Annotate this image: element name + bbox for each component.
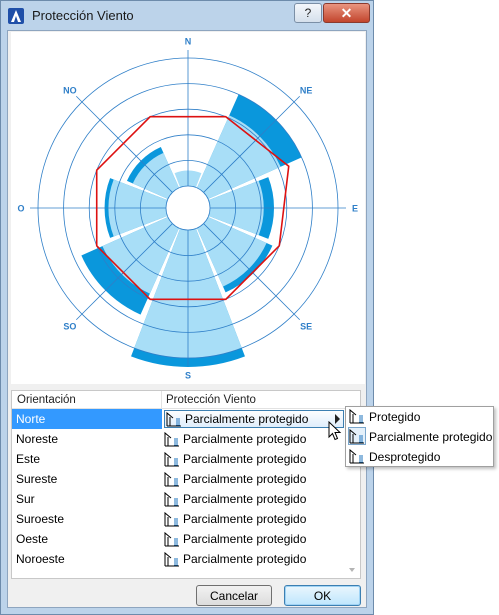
protection-label: Parcialmente protegido bbox=[183, 452, 307, 466]
partially-protected-icon bbox=[166, 411, 181, 427]
table-row[interactable]: Norte Parcialmente protegido bbox=[12, 409, 346, 429]
orientation-cell[interactable]: Noroeste bbox=[12, 549, 162, 569]
help-button[interactable]: ? bbox=[294, 3, 322, 23]
protection-label: Parcialmente protegido bbox=[183, 552, 307, 566]
protection-label: Parcialmente protegido bbox=[183, 512, 307, 526]
protection-cell[interactable]: Parcialmente protegido bbox=[162, 549, 346, 569]
title-bar[interactable]: Protección Viento ? ✕ bbox=[1, 1, 375, 31]
table-row[interactable]: Este Parcialmente protegido bbox=[12, 449, 346, 469]
menu-item-unprotected[interactable]: Desprotegido bbox=[346, 447, 493, 467]
direction-label-e: E bbox=[352, 204, 358, 214]
table-row[interactable]: Noroeste Parcialmente protegido bbox=[12, 549, 346, 569]
orientation-table: Orientación Protección Viento Norte Parci… bbox=[11, 390, 361, 579]
protection-label: Parcialmente protegido bbox=[183, 492, 307, 506]
protection-label: Parcialmente protegido bbox=[183, 432, 307, 446]
menu-item-label: Parcialmente protegido bbox=[369, 430, 493, 444]
orientation-column-header[interactable]: Orientación bbox=[12, 391, 162, 409]
protection-cell[interactable]: Parcialmente protegido bbox=[162, 529, 346, 549]
protection-label: Parcialmente protegido bbox=[183, 472, 307, 486]
protected-icon bbox=[349, 408, 364, 424]
protection-cell[interactable]: Parcialmente protegido bbox=[164, 410, 344, 428]
table-row[interactable]: Sur Parcialmente protegido bbox=[12, 489, 346, 509]
orientation-cell[interactable]: Este bbox=[12, 449, 162, 469]
table-row[interactable]: Sureste Parcialmente protegido bbox=[12, 469, 346, 489]
partially-protected-icon bbox=[164, 431, 179, 447]
cancel-button[interactable]: Cancelar bbox=[196, 585, 272, 606]
rose-center bbox=[165, 185, 211, 231]
direction-label-ne: NE bbox=[300, 85, 313, 95]
partially-protected-icon bbox=[164, 471, 179, 487]
window-title: Protección Viento bbox=[32, 8, 134, 23]
direction-label-so: SO bbox=[63, 322, 76, 332]
menu-item-label: Desprotegido bbox=[369, 450, 441, 464]
orientation-cell[interactable]: Suroeste bbox=[12, 509, 162, 529]
menu-item-partially-protected[interactable]: Parcialmente protegido bbox=[346, 427, 493, 447]
wind-rose-panel: N NE E SE S SO O NO bbox=[11, 32, 365, 384]
direction-label-se: SE bbox=[300, 322, 312, 332]
direction-label-no: NO bbox=[63, 85, 77, 95]
partially-protected-icon bbox=[164, 511, 179, 527]
orientation-cell[interactable]: Sureste bbox=[12, 469, 162, 489]
protection-label: Parcialmente protegido bbox=[185, 412, 309, 426]
rose-spoke bbox=[75, 95, 173, 193]
partially-protected-icon bbox=[164, 491, 179, 507]
table-row[interactable]: Oeste Parcialmente protegido bbox=[12, 529, 346, 549]
app-icon bbox=[8, 8, 24, 24]
direction-label-s: S bbox=[185, 371, 191, 381]
orientation-cell[interactable]: Sur bbox=[12, 489, 162, 509]
wind-rose-chart: N NE E SE S SO O NO bbox=[17, 37, 358, 381]
table-row[interactable]: Noreste Parcialmente protegido bbox=[12, 429, 346, 449]
orientation-cell[interactable]: Oeste bbox=[12, 529, 162, 549]
partially-protected-icon bbox=[349, 428, 364, 444]
table-row[interactable]: Suroeste Parcialmente protegido bbox=[12, 509, 346, 529]
protection-dropdown-menu: Protegido Parcialmente protegido Desproteg… bbox=[345, 406, 494, 467]
partially-protected-icon bbox=[164, 551, 179, 567]
protection-cell[interactable]: Parcialmente protegido bbox=[162, 489, 346, 509]
protection-column-header[interactable]: Protección Viento bbox=[162, 391, 346, 409]
direction-label-n: N bbox=[185, 37, 192, 47]
orientation-cell[interactable]: Norte bbox=[12, 409, 162, 429]
unprotected-icon bbox=[349, 448, 364, 464]
protection-cell[interactable]: Parcialmente protegido bbox=[162, 429, 346, 449]
direction-label-o: O bbox=[17, 204, 24, 214]
protection-cell[interactable]: Parcialmente protegido bbox=[162, 469, 346, 489]
protection-label: Parcialmente protegido bbox=[183, 532, 307, 546]
menu-item-protected[interactable]: Protegido bbox=[346, 407, 493, 427]
protection-cell[interactable]: Parcialmente protegido bbox=[162, 509, 346, 529]
mouse-cursor-icon bbox=[328, 421, 342, 441]
partially-protected-icon bbox=[164, 531, 179, 547]
partially-protected-icon bbox=[164, 451, 179, 467]
ok-button[interactable]: OK bbox=[284, 585, 361, 606]
protection-cell[interactable]: Parcialmente protegido bbox=[162, 449, 346, 469]
scroll-down-arrow-icon[interactable] bbox=[349, 568, 355, 572]
orientation-cell[interactable]: Noreste bbox=[12, 429, 162, 449]
menu-item-label: Protegido bbox=[369, 410, 421, 424]
close-button[interactable]: ✕ bbox=[323, 3, 370, 23]
